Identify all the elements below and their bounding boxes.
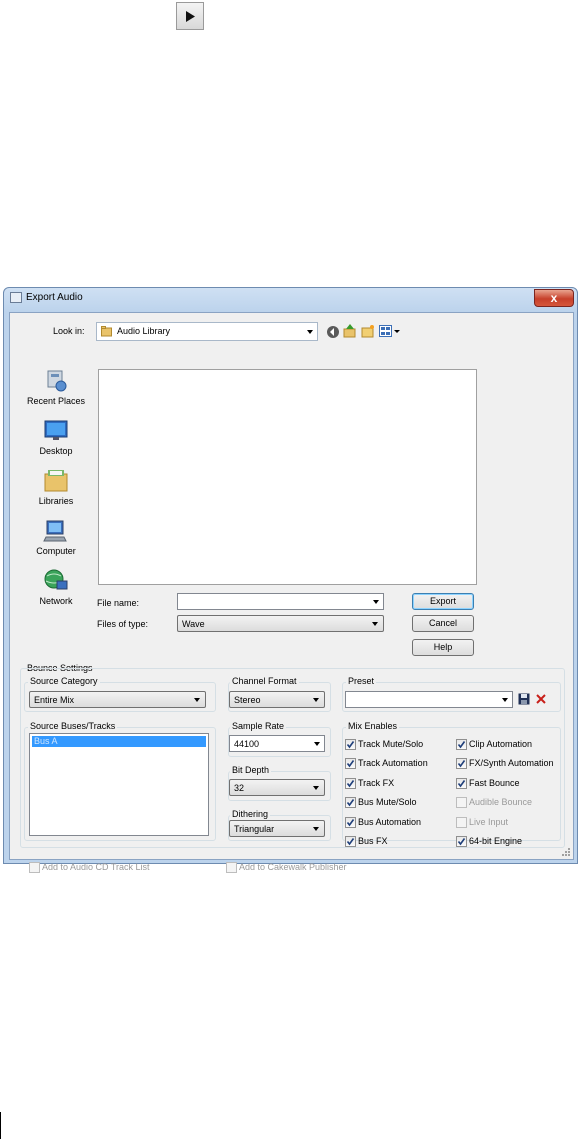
place-libraries[interactable]: Libraries (19, 468, 93, 506)
dialog-title: Export Audio (26, 292, 83, 303)
look-in-combo[interactable]: Audio Library (96, 322, 318, 341)
sample-rate-label: Sample Rate (230, 721, 287, 731)
mix-enable-label: Bus Mute/Solo (358, 797, 417, 807)
help-button[interactable]: Help (412, 639, 474, 656)
back-icon[interactable] (326, 325, 340, 339)
checkbox-box (226, 862, 237, 873)
checkbox-checked-icon (345, 778, 356, 789)
mix-enable-label: FX/Synth Automation (469, 758, 554, 768)
chevron-down-icon (313, 786, 319, 790)
chevron-down-icon (307, 330, 313, 334)
preset-label: Preset (346, 676, 377, 686)
desktop-icon (42, 418, 70, 444)
export-audio-dialog: Export Audio x Look in: Audio Library Re… (3, 287, 578, 873)
mix-enable-label: Fast Bounce (469, 778, 520, 788)
chevron-down-icon (194, 698, 200, 702)
checkbox-checked-icon (456, 836, 467, 847)
bit-depth-select[interactable]: 32 (229, 779, 325, 796)
new-folder-icon[interactable] (361, 324, 375, 338)
file-list[interactable] (98, 369, 477, 585)
dithering-label: Dithering (230, 809, 271, 819)
recent-places-icon (42, 368, 70, 394)
cancel-button[interactable]: Cancel (412, 615, 474, 632)
up-folder-icon[interactable] (343, 324, 357, 338)
dithering-select[interactable]: Triangular (229, 820, 325, 837)
places-bar: Recent Places Desktop Libraries Computer (19, 368, 93, 628)
network-icon (42, 568, 70, 594)
export-button[interactable]: Export (412, 593, 474, 610)
checkbox-checked-icon (456, 778, 467, 789)
mix-enable-label: Track Automation (358, 758, 428, 768)
mix-enable-label: Track Mute/Solo (358, 739, 424, 749)
sample-rate-combo[interactable]: 44100 (229, 735, 325, 752)
chevron-down-icon (502, 698, 508, 702)
channel-format-select[interactable]: Stereo (229, 691, 325, 708)
checkbox-checked-icon (345, 836, 356, 847)
chevron-down-icon (373, 600, 379, 604)
mix-enable-label: Audible Bounce (469, 797, 533, 807)
mix-enable-label: Live Input (469, 817, 509, 827)
checkbox-checked-icon (456, 739, 467, 750)
look-in-label: Look in: (53, 326, 85, 336)
checkbox-box (29, 862, 40, 873)
checkbox-checked-icon (456, 758, 467, 769)
file-name-label: File name: (97, 598, 140, 608)
place-computer[interactable]: Computer (19, 518, 93, 556)
place-recent-places[interactable]: Recent Places (19, 368, 93, 406)
file-name-input[interactable] (177, 593, 384, 610)
folder-icon (101, 326, 112, 337)
close-button[interactable]: x (534, 289, 574, 307)
chevron-down-icon (313, 827, 319, 831)
libraries-icon (42, 468, 70, 494)
page-edge-line (0, 1112, 1, 1139)
view-menu-icon[interactable] (379, 324, 401, 338)
mix-enable-label: 64-bit Engine (469, 836, 523, 846)
mix-enable-label: Bus FX (358, 836, 388, 846)
mix-enable-label: Bus Automation (358, 817, 422, 827)
place-network[interactable]: Network (19, 568, 93, 606)
source-tracks-label: Source Buses/Tracks (28, 721, 118, 731)
mix-enable-label: Track FX (358, 778, 395, 788)
channel-format-label: Channel Format (230, 676, 299, 686)
dialog-body: Look in: Audio Library Recent Places Des… (9, 312, 574, 873)
delete-preset-icon[interactable] (535, 693, 547, 705)
chevron-down-icon (314, 742, 320, 746)
mix-enables-label: Mix Enables (346, 721, 400, 731)
checkbox-checked-icon (345, 739, 356, 750)
mix-enable-label: Clip Automation (469, 739, 533, 749)
files-of-type-label: Files of type: (97, 619, 149, 629)
computer-icon (42, 518, 70, 544)
checkbox-unchecked-icon (456, 797, 467, 808)
bit-depth-label: Bit Depth (230, 765, 272, 775)
look-in-value: Audio Library (117, 326, 171, 336)
place-desktop[interactable]: Desktop (19, 418, 93, 456)
checkbox-unchecked-icon (456, 817, 467, 828)
source-category-label: Source Category (28, 676, 100, 686)
preset-combo[interactable] (345, 691, 513, 708)
list-item[interactable]: Bus A (32, 736, 206, 747)
chevron-down-icon (313, 698, 319, 702)
app-icon (10, 292, 22, 303)
checkbox-checked-icon (345, 817, 356, 828)
checkbox-checked-icon (345, 758, 356, 769)
play-button[interactable] (176, 2, 204, 30)
resize-grip-icon[interactable] (561, 847, 571, 857)
source-category-select[interactable]: Entire Mix (29, 691, 206, 708)
checkbox-checked-icon (345, 797, 356, 808)
source-tracks-list[interactable]: Bus A (29, 733, 209, 836)
play-icon (186, 11, 195, 22)
files-of-type-select[interactable]: Wave (177, 615, 384, 632)
chevron-down-icon (372, 622, 378, 626)
save-preset-icon[interactable] (518, 693, 530, 705)
